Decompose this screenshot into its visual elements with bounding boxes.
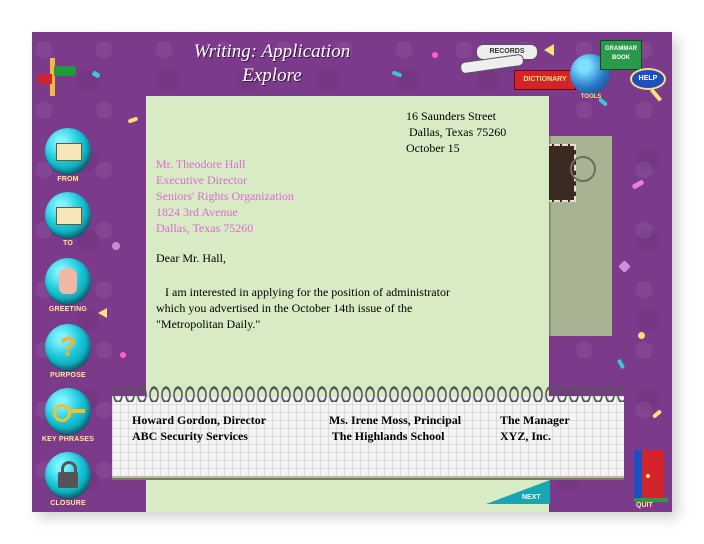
confetti	[631, 179, 645, 190]
address-line: ABC Security Services	[132, 429, 248, 443]
sender-line: 16 Saunders Street	[406, 109, 496, 123]
recipient-line: Dallas, Texas 75260	[156, 221, 254, 235]
page-title: Writing: Application Explore	[182, 40, 362, 88]
address-line: XYZ, Inc.	[500, 429, 552, 443]
dictionary-button[interactable]: DICTIONARY	[514, 70, 576, 90]
question-mark-icon: ?	[59, 331, 77, 362]
address-option[interactable]: Ms. Irene Moss, Principal The Highlands …	[329, 412, 461, 444]
hand-icon	[59, 268, 77, 294]
nav-purpose-button[interactable]: ? PURPOSE	[40, 324, 96, 386]
quit-door-icon[interactable]	[634, 446, 668, 504]
nav-key-phrases-button[interactable]: KEY PHRASES	[40, 388, 96, 450]
padlock-shackle	[61, 461, 77, 476]
nav-greeting-button[interactable]: GREETING	[40, 258, 96, 320]
globe-label: TOOLS	[580, 94, 602, 100]
confetti	[391, 70, 403, 78]
nav-circle: ?	[45, 324, 91, 370]
salutation: Dear Mr. Hall,	[156, 251, 226, 265]
quit-button-label[interactable]: QUIT	[636, 502, 653, 509]
confetti	[432, 52, 438, 58]
nav-circle	[45, 388, 91, 434]
nav-circle	[45, 192, 91, 238]
recipient-line: Mr. Theodore Hall	[156, 157, 246, 171]
recipient-line: 1824 3rd Avenue	[156, 205, 238, 219]
sender-line: Dallas, Texas 75260	[406, 125, 507, 139]
nav-greeting-label: GREETING	[48, 306, 88, 313]
nav-closure-button[interactable]: CLOSURE	[40, 452, 96, 512]
body-line: which you advertised in the October 14th…	[156, 301, 413, 315]
nav-purpose-label: PURPOSE	[50, 372, 86, 379]
recipient-line: Seniors' Rights Organization	[156, 189, 294, 203]
envelope-to-icon	[56, 207, 82, 225]
envelope-from-icon	[56, 143, 82, 161]
address-line: Howard Gordon, Director	[132, 413, 267, 427]
nav-closure-label: CLOSURE	[50, 500, 86, 507]
confetti	[651, 409, 663, 419]
title-line-2: Explore	[242, 65, 302, 86]
help-button[interactable]: HELP	[630, 68, 666, 90]
postmark-icon	[570, 156, 596, 182]
confetti	[120, 352, 126, 358]
key-icon	[53, 404, 71, 422]
address-line: Ms. Irene Moss, Principal	[329, 413, 462, 427]
nav-from-button[interactable]: FROM	[40, 128, 96, 190]
title-line-1: Writing: Application	[193, 41, 351, 62]
address-line: The Highlands School	[329, 429, 445, 443]
nav-to-label: TO	[63, 240, 73, 247]
nav-key-phrases-label: KEY PHRASES	[41, 436, 95, 443]
confetti	[112, 242, 120, 250]
nav-circle	[45, 258, 91, 304]
address-line: The Manager	[500, 413, 570, 427]
arrow-left-icon	[544, 44, 554, 56]
sender-address: 16 Saunders Street Dallas, Texas 75260 O…	[406, 108, 506, 156]
key-shaft	[69, 409, 85, 413]
address-option[interactable]: The Manager XYZ, Inc.	[500, 412, 570, 444]
signpost-icon[interactable]	[36, 52, 76, 96]
confetti	[616, 358, 626, 370]
address-option[interactable]: Howard Gordon, Director ABC Security Ser…	[132, 412, 266, 444]
notepad-spiral	[112, 384, 624, 404]
nav-from-label: FROM	[57, 176, 79, 183]
sender-date: October 15	[406, 141, 460, 155]
confetti	[638, 332, 645, 339]
body-line: "Metropolitan Daily."	[156, 317, 261, 331]
next-button-label[interactable]: NEXT	[522, 494, 541, 501]
nav-circle	[45, 452, 91, 498]
magnifier-handle-icon	[649, 88, 663, 102]
letter-body: I am interested in applying for the posi…	[156, 284, 496, 332]
body-line: I am interested in applying for the posi…	[156, 285, 450, 299]
confetti	[127, 116, 139, 124]
app-window: Writing: Application Explore RECORDS DIC…	[32, 32, 672, 512]
arrow-right-icon	[98, 308, 107, 318]
confetti	[618, 260, 631, 273]
recipient-address: Mr. Theodore Hall Executive Director Sen…	[156, 156, 294, 236]
grammar-book-button[interactable]: GRAMMAR BOOK	[600, 40, 642, 70]
nav-to-button[interactable]: TO	[40, 192, 96, 254]
confetti	[91, 70, 101, 79]
recipient-line: Executive Director	[156, 173, 247, 187]
nav-circle	[45, 128, 91, 174]
